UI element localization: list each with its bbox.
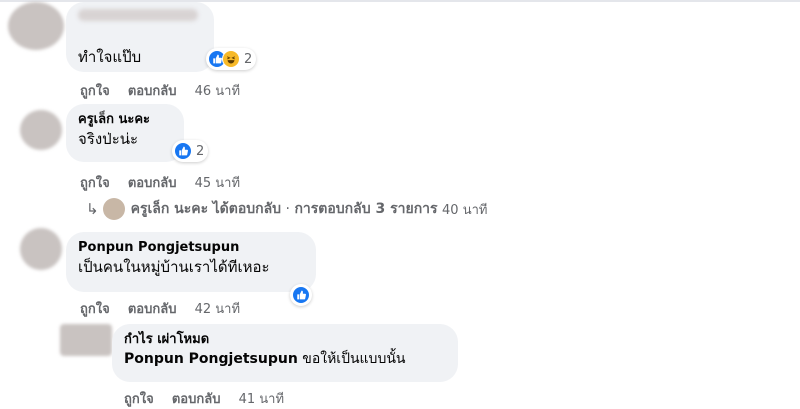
comment-author[interactable]: Ponpun Pongjetsupun xyxy=(78,239,304,257)
reply-arrow-icon: ↳ xyxy=(86,200,99,218)
reaction-summary[interactable]: 2 xyxy=(206,48,257,70)
comment-text-body: ขอให้เป็นแบบนั้น xyxy=(302,351,406,367)
timestamp[interactable]: 45 นาที xyxy=(195,176,240,191)
like-icon xyxy=(174,142,192,160)
avatar xyxy=(102,198,125,220)
reaction-count: 2 xyxy=(244,51,253,67)
separator: · xyxy=(285,201,290,217)
view-replies-link[interactable]: ↳ ครูเล็ก นะคะ ได้ตอบกลับ · การตอบกลับ 3… xyxy=(86,198,487,220)
comment-actions: ถูกใจ ตอบกลับ 45 นาที xyxy=(80,172,254,193)
comment-text: จริงป่ะน่ะ xyxy=(78,130,139,148)
mention-link[interactable]: Ponpun Pongjetsupun xyxy=(124,351,298,367)
reply-action[interactable]: ตอบกลับ xyxy=(172,392,221,407)
timestamp[interactable]: 46 นาที xyxy=(195,84,240,99)
comment-text: ทำใจแป๊บ xyxy=(78,48,142,66)
haha-icon xyxy=(222,50,240,68)
comment-actions: ถูกใจ ตอบกลับ 42 นาที xyxy=(80,298,254,319)
comment-author[interactable]: ครูเล็ก นะคะ xyxy=(78,111,172,129)
comment-text: Ponpun Pongjetsupun ขอให้เป็นแบบนั้น xyxy=(124,349,446,369)
avatar[interactable] xyxy=(20,228,62,270)
avatar[interactable] xyxy=(8,2,64,50)
avatar[interactable] xyxy=(60,324,112,356)
timestamp[interactable]: 42 นาที xyxy=(195,302,240,317)
avatar[interactable] xyxy=(20,110,62,150)
like-action[interactable]: ถูกใจ xyxy=(80,176,110,191)
comment-bubble: ครูเล็ก นะคะ จริงป่ะน่ะ xyxy=(66,104,184,162)
reply-count: การตอบกลับ 3 รายการ xyxy=(294,201,438,217)
comment-author[interactable]: กำไร เผ่าโหมด xyxy=(124,331,446,349)
reaction-summary[interactable]: 2 xyxy=(172,140,209,162)
like-icon xyxy=(292,286,310,304)
replied-label: ได้ตอบกลับ xyxy=(212,201,282,217)
comment-bubble: Ponpun Pongjetsupun เป็นคนในหมู่บ้านเราไ… xyxy=(66,232,316,292)
reaction-count: 2 xyxy=(196,143,205,159)
comment-actions: ถูกใจ ตอบกลับ 41 นาที xyxy=(124,388,298,409)
comment-bubble: ทำใจแป๊บ xyxy=(66,2,214,72)
reply-action[interactable]: ตอบกลับ xyxy=(128,84,177,99)
comment-actions: ถูกใจ ตอบกลับ 46 นาที xyxy=(80,80,254,101)
timestamp: 40 นาที xyxy=(442,202,488,218)
comment-author-blurred[interactable] xyxy=(78,9,202,27)
replier-name: ครูเล็ก นะคะ xyxy=(130,201,209,217)
like-action[interactable]: ถูกใจ xyxy=(124,392,154,407)
like-action[interactable]: ถูกใจ xyxy=(80,84,110,99)
reply-action[interactable]: ตอบกลับ xyxy=(128,302,177,317)
comment-text: เป็นคนในหมู่บ้านเราได้ทีเหอะ xyxy=(78,258,270,276)
reaction-summary[interactable] xyxy=(290,284,312,306)
reply-action[interactable]: ตอบกลับ xyxy=(128,176,177,191)
comment-bubble: กำไร เผ่าโหมด Ponpun Pongjetsupun ขอให้เ… xyxy=(112,324,458,382)
timestamp[interactable]: 41 นาที xyxy=(239,392,284,407)
like-action[interactable]: ถูกใจ xyxy=(80,302,110,317)
